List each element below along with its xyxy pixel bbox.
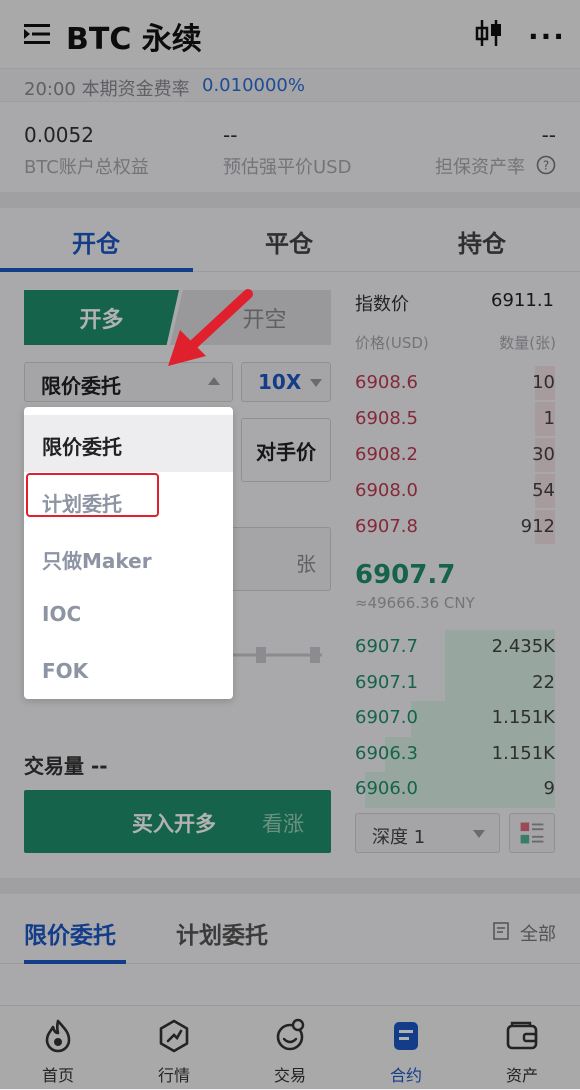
dropdown-item-limit[interactable]: 限价委托 <box>24 415 233 472</box>
dropdown-item-label: 只做Maker <box>42 549 152 573</box>
dropdown-item-ioc[interactable]: IOC <box>24 586 233 643</box>
dropdown-item-fok[interactable]: FOK <box>24 643 233 700</box>
dropdown-item-label: 限价委托 <box>42 435 122 459</box>
order-type-dropdown: 限价委托 计划委托 只做Maker IOC FOK <box>24 407 233 699</box>
dropdown-item-label: FOK <box>42 659 89 683</box>
dropdown-item-maker[interactable]: 只做Maker <box>24 529 233 586</box>
highlight-box <box>26 473 159 517</box>
red-arrow-icon <box>168 289 253 366</box>
dropdown-item-label: IOC <box>42 602 82 626</box>
